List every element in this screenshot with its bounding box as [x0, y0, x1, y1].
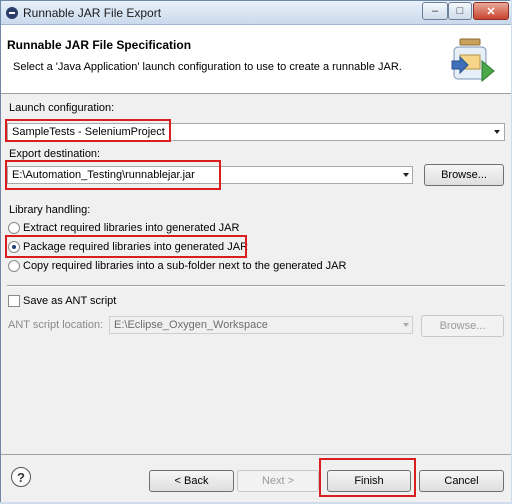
wizard-body: Launch configuration: SampleTests - Sele… — [1, 94, 511, 454]
launch-configuration-value: SampleTests - SeleniumProject — [12, 126, 165, 138]
radio-extract-libraries[interactable] — [8, 222, 20, 234]
minimize-button[interactable]: ‒ — [422, 2, 448, 20]
option-extract-libraries-label[interactable]: Extract required libraries into generate… — [23, 222, 239, 234]
finish-button[interactable]: Finish — [327, 470, 411, 492]
save-ant-checkbox[interactable] — [8, 295, 20, 307]
export-destination-combo[interactable]: E:\Automation_Testing\runnablejar.jar — [7, 166, 413, 184]
cancel-button[interactable]: Cancel — [419, 470, 504, 492]
wizard-footer: ? < Back Next > Finish Cancel — [1, 454, 511, 502]
title-bar[interactable]: Runnable JAR File Export ‒ □ ✕ — [1, 1, 511, 25]
page-title: Runnable JAR File Specification — [7, 38, 192, 52]
maximize-button[interactable]: □ — [448, 2, 472, 20]
help-icon[interactable]: ? — [11, 467, 31, 487]
jar-export-icon — [451, 38, 495, 83]
save-ant-label[interactable]: Save as ANT script — [23, 295, 116, 307]
option-package-libraries-label[interactable]: Package required libraries into generate… — [23, 241, 248, 253]
back-button[interactable]: < Back — [149, 470, 234, 492]
library-handling-label: Library handling: — [9, 204, 91, 216]
radio-package-libraries[interactable] — [8, 241, 20, 253]
radio-copy-libraries[interactable] — [8, 260, 20, 272]
eclipse-icon — [6, 7, 18, 19]
ant-location-label: ANT script location: — [8, 319, 104, 331]
close-button[interactable]: ✕ — [473, 2, 509, 20]
export-destination-value: E:\Automation_Testing\runnablejar.jar — [12, 169, 195, 181]
separator — [7, 285, 505, 287]
launch-configuration-combo[interactable]: SampleTests - SeleniumProject — [7, 123, 505, 141]
dialog-window: Runnable JAR File Export ‒ □ ✕ Runnable … — [0, 0, 511, 502]
chevron-down-icon[interactable] — [403, 323, 409, 327]
export-destination-label: Export destination: — [9, 148, 101, 160]
chevron-down-icon[interactable] — [403, 173, 409, 177]
chevron-down-icon[interactable] — [494, 130, 500, 134]
page-description: Select a 'Java Application' launch confi… — [13, 61, 402, 73]
ant-browse-button[interactable]: Browse... — [421, 315, 504, 337]
next-button[interactable]: Next > — [237, 470, 319, 492]
ant-location-value: E:\Eclipse_Oxygen_Workspace — [114, 319, 268, 331]
window-title: Runnable JAR File Export — [23, 6, 162, 20]
launch-configuration-label: Launch configuration: — [9, 102, 115, 114]
export-browse-button[interactable]: Browse... — [424, 164, 504, 186]
option-copy-libraries-label[interactable]: Copy required libraries into a sub-folde… — [23, 260, 346, 272]
wizard-header: Runnable JAR File Specification Select a… — [1, 25, 511, 94]
ant-location-combo[interactable]: E:\Eclipse_Oxygen_Workspace — [109, 316, 413, 334]
